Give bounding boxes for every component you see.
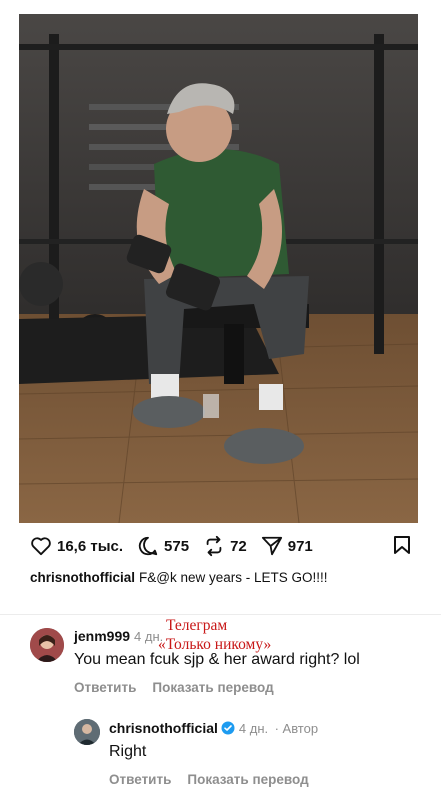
reply-button[interactable]: Ответить bbox=[74, 680, 136, 695]
post-photo[interactable] bbox=[19, 14, 418, 523]
watermark-line-2: «Только никому» bbox=[158, 636, 272, 653]
save-button[interactable] bbox=[393, 535, 411, 560]
share-count: 971 bbox=[287, 537, 313, 555]
bookmark-icon bbox=[394, 536, 410, 554]
share-button[interactable]: 971 bbox=[261, 535, 313, 557]
user-avatar-icon bbox=[30, 628, 64, 662]
comment-username[interactable]: chrisnothofficial bbox=[109, 720, 218, 736]
watermark: Телеграм «Только никому» bbox=[158, 616, 328, 654]
comment-count: 575 bbox=[164, 537, 190, 555]
caption-text: F&@k new years - LETS GO!!!! bbox=[139, 570, 328, 585]
comment-item: chrisnothofficial 4 дн. · Автор Right Отв… bbox=[109, 720, 421, 787]
repost-icon bbox=[206, 535, 222, 557]
show-translation-button[interactable]: Показать перевод bbox=[152, 680, 273, 695]
comment-bubble-icon bbox=[138, 536, 158, 556]
comment-username[interactable]: jenm999 bbox=[74, 628, 130, 644]
avatar[interactable] bbox=[30, 628, 64, 662]
post-caption: chrisnothofficial F&@k new years - LETS G… bbox=[30, 569, 421, 587]
heart-icon bbox=[31, 537, 51, 556]
reply-button[interactable]: Ответить bbox=[109, 772, 171, 787]
gym-photo bbox=[19, 14, 418, 523]
show-translation-button[interactable]: Показать перевод bbox=[187, 772, 308, 787]
avatar[interactable] bbox=[74, 719, 100, 745]
post-actions-bar: 16,6 тыс. 575 72 971 bbox=[30, 533, 411, 559]
send-icon bbox=[261, 536, 282, 556]
verified-badge-icon bbox=[221, 721, 235, 735]
like-count: 16,6 тыс. bbox=[57, 537, 124, 555]
watermark-line-1: Телеграм bbox=[166, 617, 228, 634]
comment-text: Right bbox=[109, 743, 147, 760]
caption-username[interactable]: chrisnothofficial bbox=[30, 570, 135, 585]
user-avatar-icon bbox=[74, 719, 100, 745]
like-button[interactable]: 16,6 тыс. bbox=[30, 536, 123, 556]
divider bbox=[0, 614, 441, 615]
repost-button[interactable]: 72 bbox=[203, 535, 247, 557]
comment-age: 4 дн. bbox=[238, 721, 269, 736]
comment-button[interactable]: 575 bbox=[137, 535, 189, 557]
author-badge: · Автор bbox=[274, 721, 319, 736]
repost-count: 72 bbox=[230, 537, 247, 555]
